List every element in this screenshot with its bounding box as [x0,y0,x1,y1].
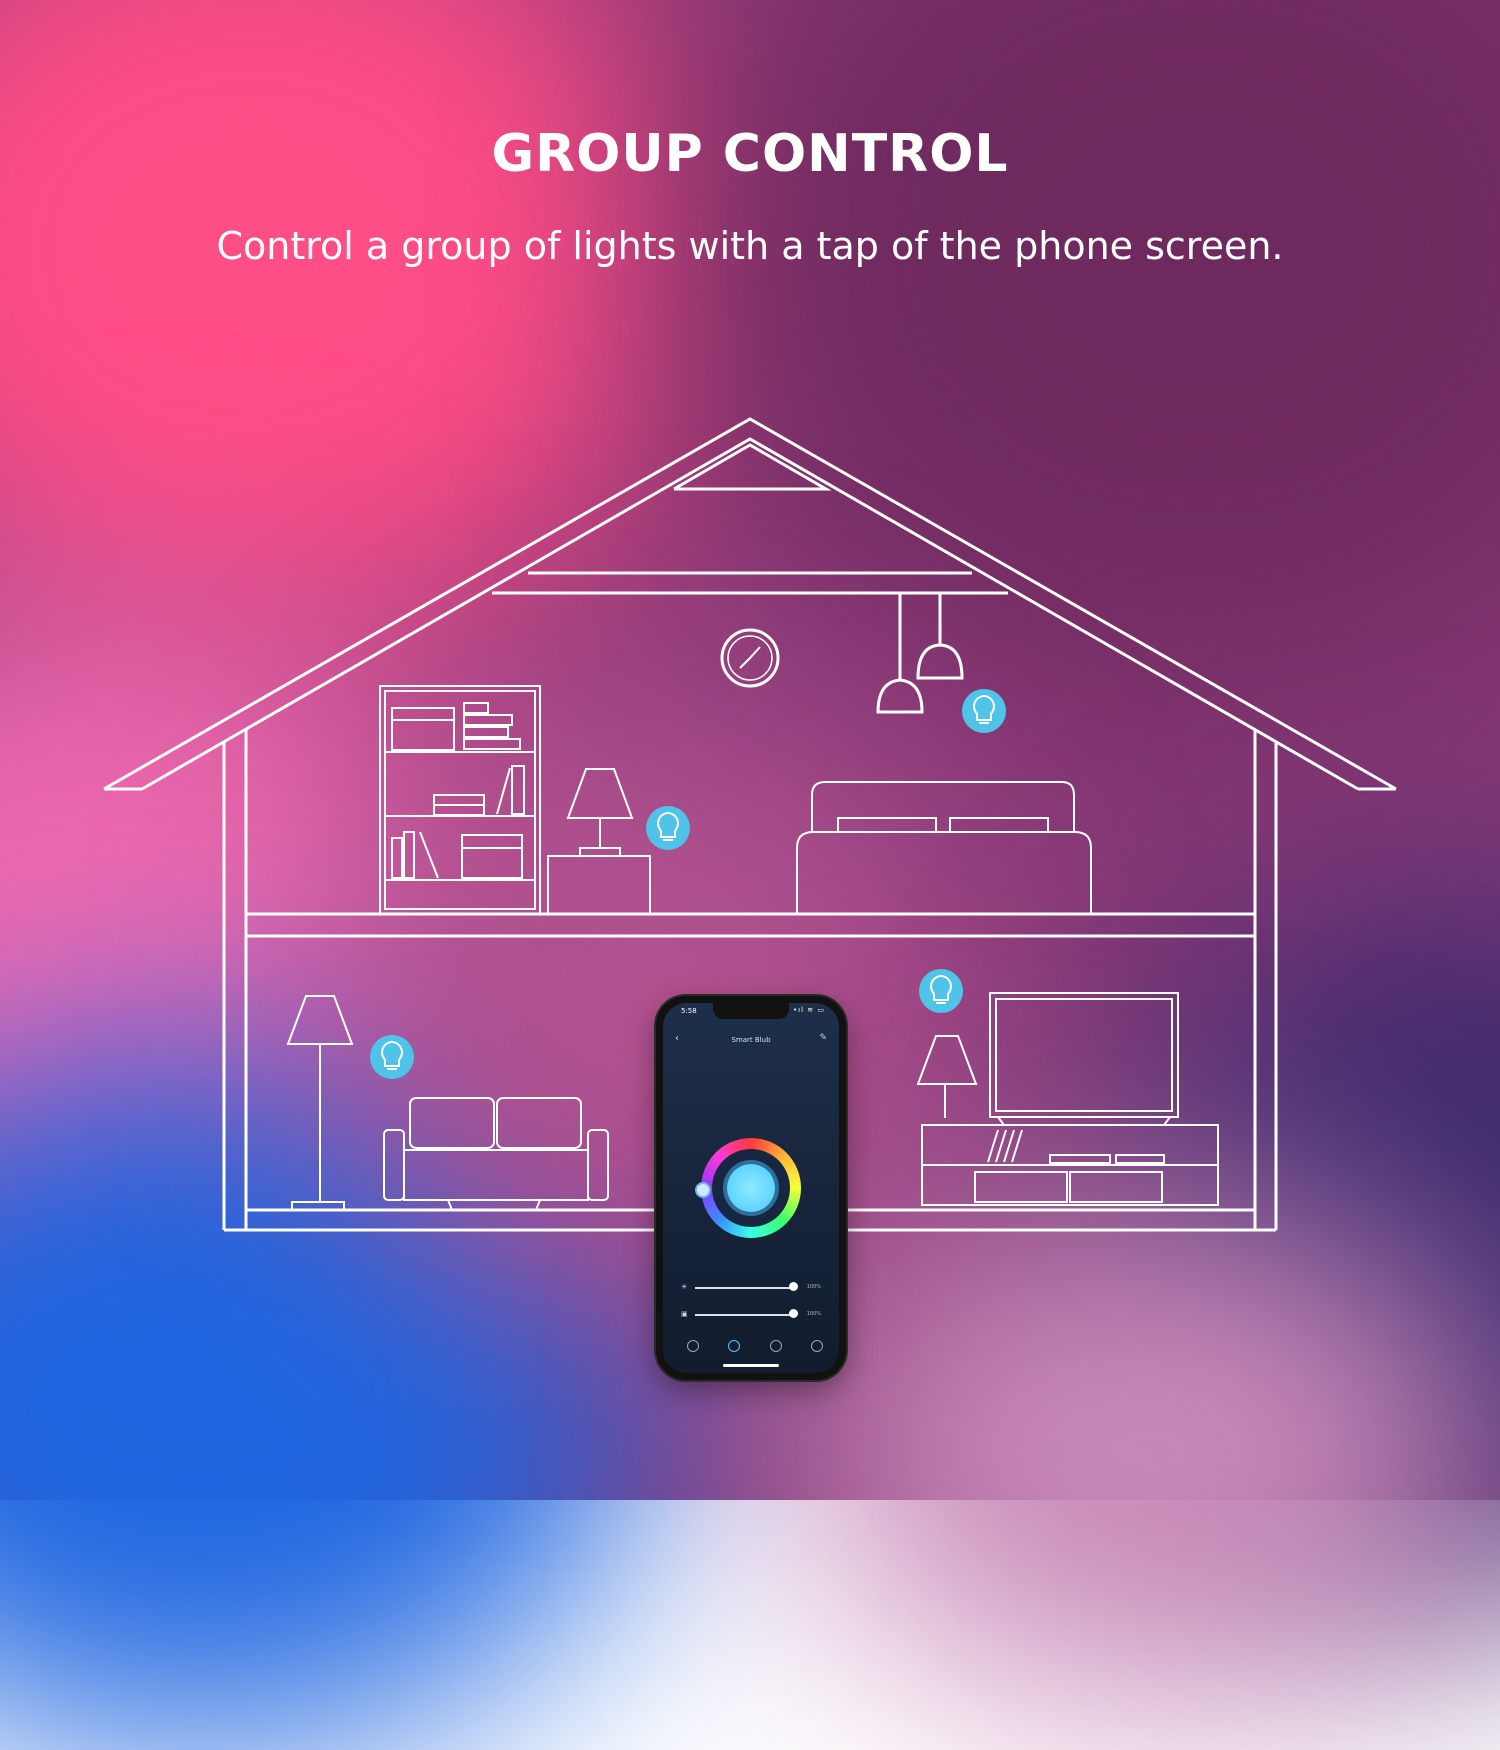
brightness-knob[interactable] [788,1282,798,1291]
temperature-knob[interactable] [788,1309,798,1318]
smartphone: 5:58 •ıl ≋ ▭ ‹ Smart Blub ✎ ☀ 100% ▣ 100… [656,996,846,1380]
scene-icon[interactable] [770,1340,782,1352]
status-icons: •ıl ≋ ▭ [793,1006,825,1014]
sun-icon: ☀ [681,1283,688,1291]
app-screen: 5:58 •ıl ≋ ▭ ‹ Smart Blub ✎ ☀ 100% ▣ 100… [663,1003,839,1373]
color-wheel[interactable] [695,1138,801,1238]
phone-notch [713,1003,789,1019]
color-icon[interactable] [728,1340,740,1352]
temperature-value: 100% [806,1311,821,1317]
color-wheel-handle[interactable] [695,1182,711,1198]
brightness-value: 100% [806,1284,821,1290]
app-title: Smart Blub [731,1036,771,1044]
power-icon[interactable] [687,1340,699,1352]
bulb-icon [962,689,1006,733]
tab-bar [663,1340,839,1360]
bulb-icon [919,969,963,1013]
bulb-icon [370,1035,414,1079]
status-time: 5:58 [681,1007,697,1015]
brightness-slider[interactable]: ☀ 100% [681,1282,821,1293]
bulb-icon [646,806,690,850]
color-preview [727,1164,775,1212]
home-indicator [723,1364,779,1367]
temperature-icon: ▣ [681,1310,688,1318]
more-icon[interactable] [811,1340,823,1352]
pencil-icon[interactable]: ✎ [819,1033,827,1043]
temperature-slider[interactable]: ▣ 100% [681,1309,821,1320]
